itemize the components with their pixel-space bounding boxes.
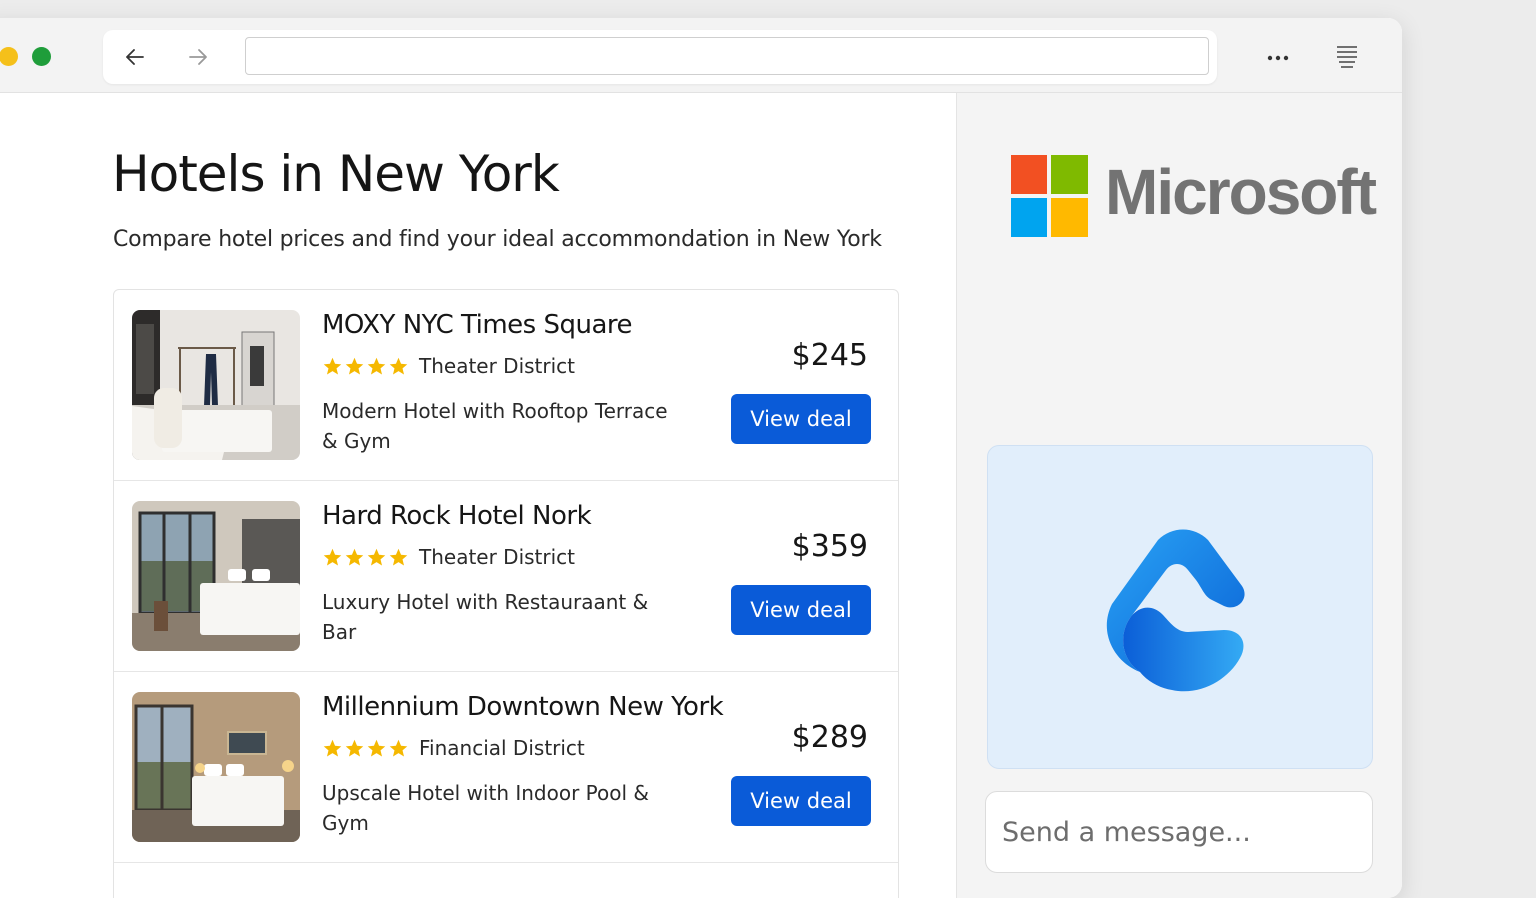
star-icon [323, 357, 342, 375]
star-icon [323, 548, 342, 566]
page-subtitle: Compare hotel prices and find your ideal… [113, 227, 882, 252]
title-bar [0, 18, 1402, 93]
hotel-image[interactable] [132, 501, 300, 651]
star-icon [345, 548, 364, 566]
browser-window: Hotels in New York Compare hotel prices … [0, 18, 1402, 898]
hotel-image[interactable] [132, 692, 300, 842]
brand-name: Microsoft [1105, 156, 1377, 228]
star-icon [367, 739, 386, 757]
hotel-name[interactable]: Millennium Downtown New York [322, 692, 724, 722]
back-arrow-icon [126, 49, 144, 65]
minimize-window-button[interactable] [0, 47, 18, 66]
hotel-district: Theater District [419, 545, 576, 569]
star-icon [367, 548, 386, 566]
forward-button[interactable] [184, 43, 212, 71]
hotel-price: $359 [791, 529, 868, 564]
hotel-district: Financial District [419, 736, 585, 760]
hotel-card: Millennium Downtown New York Financial D… [114, 672, 898, 863]
browser-toolbar [103, 30, 1217, 84]
hotel-description: Upscale Hotel with Indoor Pool & Gym [322, 781, 650, 835]
back-button[interactable] [121, 43, 149, 71]
message-input[interactable] [985, 791, 1373, 873]
hotel-district: Theater District [419, 354, 576, 378]
star-rating [322, 738, 409, 759]
maximize-window-button[interactable] [32, 47, 51, 66]
hotel-name[interactable]: Hard Rock Hotel Nork [322, 501, 592, 531]
main-content: Hotels in New York Compare hotel prices … [0, 93, 955, 898]
star-icon [345, 357, 364, 375]
hotel-name[interactable]: MOXY NYC Times Square [322, 310, 633, 340]
view-deal-button[interactable]: View deal [731, 776, 871, 826]
copilot-logo-icon [1106, 529, 1245, 692]
hotel-description: Luxury Hotel with Restauraant & Bar [322, 590, 649, 644]
star-icon [389, 357, 408, 375]
hotel-card: Hard Rock Hotel Nork Theater District Lu… [114, 481, 898, 672]
reader-view-button[interactable] [1333, 42, 1361, 72]
page-title: Hotels in New York [112, 145, 560, 203]
hotel-card: MOXY NYC Times Square Theater District M… [114, 290, 898, 481]
hotel-price: $245 [791, 338, 868, 373]
reader-icon [1337, 46, 1357, 68]
more-icon [1267, 55, 1289, 61]
star-rating [322, 356, 409, 377]
hotel-image[interactable] [132, 310, 300, 460]
star-icon [345, 739, 364, 757]
star-icon [323, 739, 342, 757]
hotel-list: MOXY NYC Times Square Theater District M… [113, 289, 899, 898]
star-icon [389, 739, 408, 757]
view-deal-button[interactable]: View deal [731, 585, 871, 635]
star-icon [389, 548, 408, 566]
hotel-price: $289 [791, 720, 868, 755]
hotel-description: Modern Hotel with Rooftop Terrace & Gym [322, 399, 668, 453]
star-icon [367, 357, 386, 375]
forward-arrow-icon [189, 49, 207, 65]
copilot-panel [987, 445, 1373, 769]
copilot-sidebar: Microsoft [956, 93, 1402, 898]
view-deal-button[interactable]: View deal [731, 394, 871, 444]
more-options-button[interactable] [1263, 46, 1293, 70]
address-bar[interactable] [245, 37, 1209, 75]
star-rating [322, 547, 409, 568]
microsoft-logo-icon [1011, 155, 1088, 237]
